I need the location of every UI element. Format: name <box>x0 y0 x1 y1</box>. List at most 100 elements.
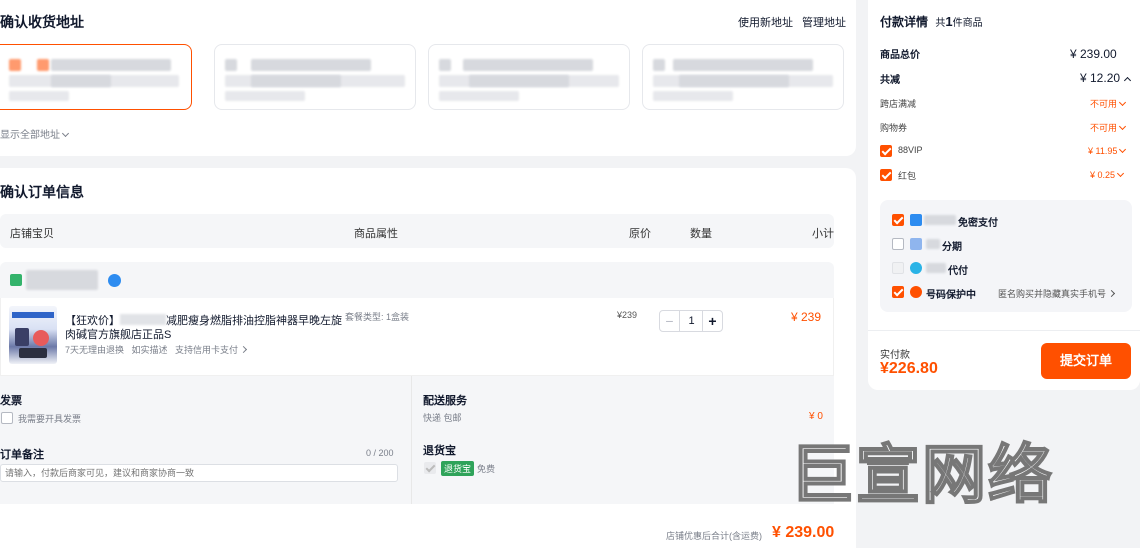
vip-value: ¥ 11.95 <box>1088 146 1118 156</box>
product-attr: 套餐类型: 1盒装 <box>345 312 410 322</box>
invoice-title: 发票 <box>0 395 22 407</box>
quantity-value[interactable]: 1 <box>681 311 702 331</box>
redacted-text <box>120 314 166 325</box>
order-note-input[interactable] <box>0 464 398 482</box>
option-checkbox-3[interactable] <box>892 262 904 274</box>
store-bar <box>0 262 834 298</box>
shipping-method: 快递 包邮 <box>423 413 462 423</box>
payment-options: 免密支付 分期 代付 号码保护中 匿名购买并隐藏真实手机号 <box>880 200 1132 312</box>
goods-total: ¥ 239.00 <box>1070 47 1117 61</box>
use-new-address-link[interactable]: 使用新地址 <box>738 14 793 30</box>
address-card-selected[interactable] <box>0 44 192 110</box>
coupon-toggle[interactable]: 不可用 <box>1090 121 1127 134</box>
item-subtotal: ¥ 239 <box>791 310 822 324</box>
number-protect-desc[interactable]: 匿名购买并隐藏真实手机号 <box>998 287 1116 300</box>
option-checkbox-2[interactable] <box>892 238 904 250</box>
actual-pay-label: 实付款 <box>880 350 910 361</box>
proxy-pay-icon <box>910 262 922 274</box>
cross-store-value: 不可用 <box>1090 99 1118 109</box>
vip-toggle[interactable]: ¥ 11.95 <box>1088 145 1127 156</box>
chevron-down-icon <box>1119 145 1127 154</box>
redpack-label: 红包 <box>898 171 917 181</box>
option-label-3: 代付 <box>948 266 968 277</box>
store-name-redacted[interactable] <box>26 270 98 290</box>
redpack-toggle[interactable]: ¥ 0.25 <box>1090 169 1125 180</box>
show-all-label: 显示全部地址 <box>0 130 60 141</box>
service-tags-text: 7天无理由退换 如实描述 支持信用卡支付 <box>65 345 239 355</box>
store-total-label: 店铺优惠后合计(含运费) <box>666 531 762 541</box>
address-card-2[interactable] <box>214 44 416 110</box>
address-panel: 确认收货地址 使用新地址 管理地址 显示全部地址 <box>0 0 856 156</box>
chevron-up-icon <box>1124 76 1132 85</box>
vip-label: 88VIP <box>898 145 923 155</box>
quantity-stepper[interactable]: − 1 + <box>659 310 723 332</box>
product-title-line2[interactable]: 肉碱官方旗舰店正品S <box>65 326 171 342</box>
discount-value: ¥ 12.20 <box>1080 71 1121 85</box>
chat-icon[interactable] <box>108 274 121 287</box>
coupon-label: 购物券 <box>880 123 908 133</box>
product-title-rest: 减肥瘦身燃脂排油控脂神器早晚左旋 <box>166 315 342 327</box>
original-price: ¥239 <box>617 310 638 320</box>
note-title: 订单备注 <box>0 449 44 461</box>
coupon-value: 不可用 <box>1090 123 1118 133</box>
discount-toggle[interactable]: ¥ 12.20 <box>1080 71 1132 85</box>
header-subtotal: 小计 <box>812 228 834 240</box>
shipping-title: 配送服务 <box>423 395 467 407</box>
order-panel: 确认订单信息 店铺宝贝 商品属性 原价 数量 小计 【狂欢价】 减肥瘦身燃脂排油控… <box>0 168 856 548</box>
item-count-suffix: 件商品 <box>952 18 983 29</box>
alipay-icon <box>910 214 922 226</box>
submit-order-button[interactable]: 提交订单 <box>1041 343 1131 379</box>
installment-icon <box>910 238 922 250</box>
invoice-checkbox[interactable] <box>1 412 13 424</box>
manage-address-link[interactable]: 管理地址 <box>802 14 846 30</box>
address-title: 确认收货地址 <box>0 14 84 30</box>
shield-icon <box>910 286 922 298</box>
chevron-down-icon <box>1118 98 1127 107</box>
chevron-down-icon <box>1116 169 1125 178</box>
redpack-checkbox[interactable] <box>880 169 892 181</box>
return-insurance-free: 免费 <box>477 464 496 474</box>
discount-label: 共减 <box>880 75 900 86</box>
number-protect-desc-text: 匿名购买并隐藏真实手机号 <box>998 289 1107 299</box>
header-price: 原价 <box>629 228 651 240</box>
address-card-4[interactable] <box>642 44 844 110</box>
chevron-right-icon <box>239 345 248 354</box>
show-all-addresses-link[interactable]: 显示全部地址 <box>0 126 70 141</box>
order-item: 【狂欢价】 减肥瘦身燃脂排油控脂神器早晚左旋 肉碱官方旗舰店正品S 7天无理由退换… <box>0 298 834 376</box>
order-title: 确认订单信息 <box>0 184 84 200</box>
header-attrs: 商品属性 <box>354 228 398 240</box>
item-count-prefix: 共 <box>935 18 946 29</box>
header-store-item: 店铺宝贝 <box>10 228 54 240</box>
quantity-minus-button[interactable]: − <box>660 311 680 331</box>
quantity-plus-button[interactable]: + <box>702 311 722 331</box>
address-card-3[interactable] <box>428 44 630 110</box>
option-checkbox-4[interactable] <box>892 286 904 298</box>
goods-total-label: 商品总价 <box>880 50 920 61</box>
redpack-value: ¥ 0.25 <box>1090 170 1116 180</box>
order-table-header: 店铺宝贝 商品属性 原价 数量 小计 <box>0 214 834 248</box>
shipping-fee: ¥ 0 <box>809 411 823 422</box>
chevron-down-icon <box>1118 122 1127 131</box>
return-insurance-checkbox[interactable] <box>424 462 436 474</box>
store-total: ¥ 239.00 <box>772 524 835 541</box>
option-label-4: 号码保护中 <box>926 290 976 301</box>
return-insurance-title: 退货宝 <box>423 445 456 457</box>
payment-panel: 付款详情 共1件商品 商品总价 ¥ 239.00 共减 ¥ 12.20 跨店满减… <box>868 0 1140 390</box>
cross-store-toggle[interactable]: 不可用 <box>1090 97 1127 110</box>
return-insurance-badge: 退货宝 <box>441 461 475 476</box>
payment-title: 付款详情 <box>880 15 929 29</box>
actual-pay: ¥226.80 <box>880 360 938 377</box>
payment-summary: 付款详情 共1件商品 <box>880 13 983 30</box>
chevron-down-icon <box>61 129 70 138</box>
service-tags[interactable]: 7天无理由退换 如实描述 支持信用卡支付 <box>65 343 248 356</box>
note-count: 0 / 200 <box>366 448 394 458</box>
product-thumbnail[interactable] <box>9 306 57 364</box>
order-extras: 发票 我需要开具发票 订单备注 0 / 200 配送服务 快递 包邮 ¥ 0 退… <box>0 376 834 504</box>
watermark: 巨宣网络 <box>789 438 1054 514</box>
chevron-right-icon <box>1107 289 1116 298</box>
option-checkbox-1[interactable] <box>892 214 904 226</box>
store-icon <box>10 274 22 286</box>
cross-store-label: 跨店满减 <box>880 99 917 109</box>
invoice-label: 我需要开具发票 <box>18 414 82 424</box>
vip-checkbox[interactable] <box>880 145 892 157</box>
